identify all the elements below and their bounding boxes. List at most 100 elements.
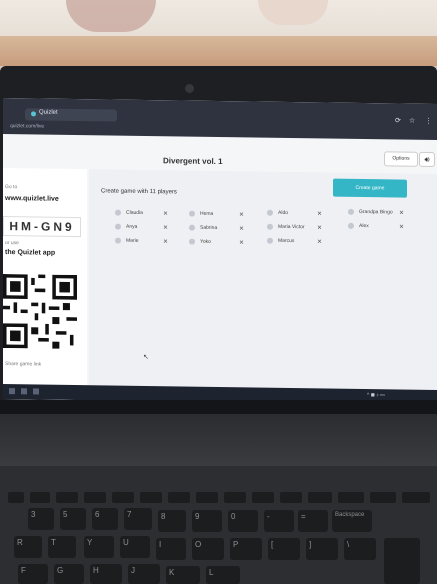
app-instruction: or use — [5, 240, 19, 247]
app-name: the Quizlet app — [5, 249, 56, 257]
key-j[interactable]: J — [128, 564, 160, 584]
key[interactable] — [140, 492, 162, 503]
wooden-shelf — [0, 36, 437, 66]
player-item: Sabrina — [189, 224, 217, 235]
key[interactable] — [30, 492, 50, 503]
key-minus[interactable]: - — [264, 510, 294, 532]
player-item: Alex — [348, 222, 369, 233]
bookmark-icon[interactable]: ☆ — [409, 117, 415, 125]
quizlet-tab-icon — [31, 111, 36, 117]
tab-title: Quizlet — [39, 109, 58, 116]
taskbar-app-icon[interactable] — [33, 388, 39, 395]
remove-player-icon[interactable]: ✕ — [239, 239, 244, 246]
key-9[interactable]: 9 — [192, 510, 222, 532]
key-7[interactable]: 7 — [124, 508, 152, 530]
remove-player-icon[interactable]: ✕ — [163, 238, 168, 245]
avatar-icon — [115, 237, 121, 244]
menu-icon[interactable]: ⋮ — [425, 117, 432, 125]
avatar-icon — [348, 208, 354, 215]
webcam — [185, 84, 194, 93]
speaker-icon: 🔊︎ — [424, 154, 430, 164]
avatar-icon — [267, 223, 273, 230]
key-y[interactable]: Y — [84, 536, 114, 558]
player-item: Anya — [115, 223, 137, 234]
key-equals[interactable]: = — [298, 510, 328, 532]
key[interactable] — [196, 492, 218, 503]
reload-icon[interactable]: ⟳ — [395, 116, 401, 124]
key[interactable] — [56, 492, 78, 503]
key-p[interactable]: P — [230, 538, 262, 560]
key[interactable] — [280, 492, 302, 503]
avatar-icon — [115, 209, 121, 216]
key[interactable] — [168, 492, 190, 503]
join-url: www.quizlet.live — [5, 195, 59, 203]
key-h[interactable]: H — [90, 564, 122, 584]
game-lobby — [89, 169, 437, 406]
remove-player-icon[interactable]: ✕ — [399, 224, 404, 231]
player-item: Yoko — [189, 238, 211, 249]
key[interactable] — [224, 492, 246, 503]
start-icon[interactable] — [9, 388, 15, 395]
player-item: Marcus — [267, 237, 294, 248]
key-5[interactable]: 5 — [60, 508, 86, 530]
remove-player-icon[interactable]: ✕ — [399, 210, 404, 217]
key-backspace[interactable]: Backspace — [332, 510, 372, 532]
remove-player-icon[interactable]: ✕ — [163, 224, 168, 231]
key[interactable] — [308, 492, 332, 503]
create-game-button[interactable]: Create game — [333, 178, 407, 198]
player-item: Grandpa Bingo — [348, 208, 393, 220]
key-t[interactable]: T — [48, 536, 76, 558]
key-k[interactable]: K — [166, 566, 200, 584]
player-count: Create game with 11 players — [101, 188, 177, 196]
key[interactable] — [370, 492, 396, 503]
remove-player-icon[interactable]: ✕ — [317, 238, 322, 245]
numpad-key[interactable] — [384, 538, 420, 584]
avatar-icon — [267, 237, 273, 244]
key[interactable] — [402, 492, 430, 503]
options-button[interactable]: Options — [384, 151, 418, 167]
player-item: Aldo — [267, 209, 288, 220]
key-l[interactable]: L — [206, 566, 240, 584]
key-r[interactable]: R — [14, 536, 42, 558]
qr-code — [3, 274, 77, 350]
key[interactable] — [8, 492, 24, 503]
remove-player-icon[interactable]: ✕ — [239, 211, 244, 218]
key-8[interactable]: 8 — [158, 510, 186, 532]
player-item: Hema — [189, 210, 213, 221]
key[interactable] — [252, 492, 274, 503]
avatar-icon — [348, 222, 354, 229]
key-bracket-right[interactable]: ] — [306, 538, 338, 560]
remove-player-icon[interactable]: ✕ — [317, 210, 322, 217]
address-bar[interactable]: quizlet.com/live — [10, 123, 44, 129]
laptop-screen: Quizlet quizlet.com/live ⟳ ☆ ⋮ Go to www… — [3, 98, 437, 406]
key[interactable] — [112, 492, 134, 503]
page-title: Divergent vol. 1 — [163, 156, 223, 167]
key-o[interactable]: O — [192, 538, 224, 560]
remove-player-icon[interactable]: ✕ — [163, 210, 168, 217]
key[interactable] — [338, 492, 364, 503]
share-link[interactable]: Share game link — [5, 361, 41, 368]
screen-bezel — [0, 400, 437, 414]
key-6[interactable]: 6 — [92, 508, 118, 530]
key-i[interactable]: I — [156, 538, 186, 560]
key-g[interactable]: G — [54, 564, 84, 584]
key-0[interactable]: 0 — [228, 510, 258, 532]
key-backslash[interactable]: \ — [344, 538, 376, 560]
sound-button[interactable]: 🔊︎ — [419, 151, 435, 168]
laptop-hinge — [0, 414, 437, 466]
key-u[interactable]: U — [120, 536, 150, 558]
player-item: Maria Victor — [267, 223, 305, 235]
taskbar-app-icon[interactable] — [21, 388, 27, 395]
player-item: Claudia — [115, 209, 143, 220]
join-instruction: Go to — [5, 184, 18, 191]
remove-player-icon[interactable]: ✕ — [317, 224, 322, 231]
key-bracket-left[interactable]: [ — [268, 538, 300, 560]
key-3[interactable]: 3 — [28, 508, 54, 530]
system-tray-icon[interactable]: ^ ◼ ♪ ▭ — [367, 392, 385, 398]
remove-player-icon[interactable]: ✕ — [239, 225, 244, 232]
avatar-icon — [115, 223, 121, 230]
avatar-icon — [189, 238, 195, 245]
key-f[interactable]: F — [18, 564, 48, 584]
key[interactable] — [84, 492, 106, 503]
join-code: HM-GN9 — [3, 216, 81, 238]
